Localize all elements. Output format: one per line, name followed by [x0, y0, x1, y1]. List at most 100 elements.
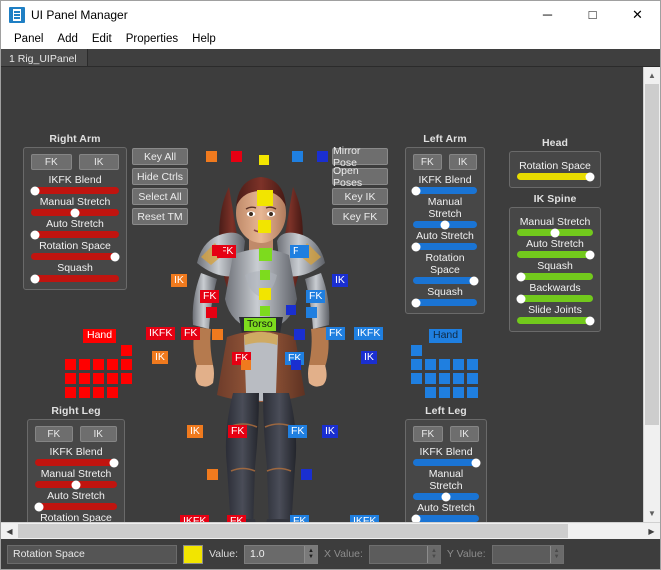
- selected-attribute-field[interactable]: Rotation Space: [7, 544, 177, 564]
- left-hand-cell-11[interactable]: [425, 387, 436, 398]
- button-key-ik[interactable]: Key IK: [332, 188, 388, 205]
- slider-knob-right-arm-4[interactable]: [30, 274, 40, 283]
- slider-ik-spine-1[interactable]: [517, 250, 595, 259]
- slider-knob-right-arm-3[interactable]: [110, 252, 120, 261]
- marker-left-arm-ikfk[interactable]: IKFK: [354, 327, 384, 340]
- marker-left-leg-ik[interactable]: IK: [322, 425, 338, 438]
- slider-knob-left-arm-2[interactable]: [411, 242, 421, 251]
- slider-left-leg-1[interactable]: [413, 492, 479, 501]
- marker-left-arm-ik[interactable]: IK: [332, 274, 348, 287]
- button-right-arm-fk[interactable]: FK: [31, 154, 72, 170]
- button-reset-tm[interactable]: Reset TM: [132, 208, 188, 225]
- minimize-button[interactable]: ─: [525, 1, 570, 29]
- slider-left-arm-0[interactable]: [411, 186, 477, 195]
- slider-knob-left-arm-1[interactable]: [440, 220, 450, 229]
- slider-right-arm-1[interactable]: [31, 208, 119, 217]
- slider-knob-right-leg-2[interactable]: [34, 502, 44, 511]
- button-left-arm-ik[interactable]: IK: [448, 154, 477, 170]
- slider-knob-left-leg-1[interactable]: [441, 492, 451, 501]
- marker-right-arm-ik[interactable]: IK: [171, 274, 187, 287]
- slider-right-arm-0[interactable]: [30, 186, 119, 195]
- right-hand-cell-5[interactable]: [121, 359, 132, 370]
- slider-left-arm-1[interactable]: [413, 220, 477, 229]
- slider-right-arm-3[interactable]: [31, 252, 120, 261]
- ctrl-head[interactable]: [257, 190, 273, 206]
- rig-canvas[interactable]: Right Arm FK IK IKFK Blend Manual Stretch Aut…: [1, 67, 643, 522]
- horizontal-scrollbar[interactable]: ◀ ▶: [1, 522, 660, 539]
- button-mirror-pose[interactable]: Mirror Pose: [332, 145, 388, 169]
- right-hand-cell-8[interactable]: [93, 373, 104, 384]
- color-swatch[interactable]: [183, 544, 203, 564]
- right-hand-cell-6[interactable]: [65, 373, 76, 384]
- left-hand-cell-2[interactable]: [425, 359, 436, 370]
- right-hand-cell-12[interactable]: [79, 387, 90, 398]
- slider-knob-right-leg-1[interactable]: [71, 480, 81, 489]
- marker-left-ankle-fk[interactable]: FK: [290, 515, 310, 522]
- marker-right-elbow-fk[interactable]: FK: [200, 290, 220, 303]
- ctrl-left-clavicle[interactable]: [317, 151, 328, 162]
- slider-ik-spine-3[interactable]: [516, 294, 593, 303]
- close-button[interactable]: ✕: [615, 1, 660, 29]
- right-hand-cell-3[interactable]: [93, 359, 104, 370]
- ctrl-left-upper-arm[interactable]: [298, 245, 309, 256]
- slider-knob-head-0[interactable]: [585, 172, 595, 181]
- ctrl-left-knee[interactable]: [301, 469, 312, 480]
- button-right-leg-ik[interactable]: IK: [79, 426, 117, 442]
- slider-knob-right-arm-2[interactable]: [30, 230, 40, 239]
- button-left-leg-ik[interactable]: IK: [449, 426, 479, 442]
- left-hand-cell-7[interactable]: [425, 373, 436, 384]
- marker-right-hand-ik[interactable]: IK: [152, 351, 168, 364]
- button-left-arm-fk[interactable]: FK: [413, 154, 442, 170]
- right-hand-cell-10[interactable]: [121, 373, 132, 384]
- slider-ik-spine-2[interactable]: [516, 272, 593, 281]
- right-hand-cell-2[interactable]: [79, 359, 90, 370]
- slider-knob-right-arm-0[interactable]: [30, 186, 40, 195]
- right-hand-cell-0[interactable]: [121, 345, 132, 356]
- scroll-down-icon[interactable]: ▼: [644, 505, 660, 522]
- slider-left-leg-2[interactable]: [411, 514, 479, 522]
- slider-knob-left-arm-0[interactable]: [411, 186, 421, 195]
- scroll-right-icon[interactable]: ▶: [643, 523, 660, 539]
- vscroll-track[interactable]: [644, 84, 660, 505]
- slider-knob-ik-spine-0[interactable]: [550, 228, 560, 237]
- slider-ik-spine-4[interactable]: [517, 316, 595, 325]
- button-key-all[interactable]: Key All: [132, 148, 188, 165]
- slider-knob-right-arm-1[interactable]: [70, 208, 80, 217]
- marker-right-knee-fk[interactable]: FK: [228, 425, 248, 438]
- slider-knob-left-arm-3[interactable]: [469, 276, 479, 285]
- ctrl-right-upper-arm[interactable]: [212, 245, 223, 256]
- menu-properties[interactable]: Properties: [119, 31, 185, 47]
- marker-torso[interactable]: Torso: [244, 318, 276, 331]
- marker-left-hand-ik[interactable]: IK: [361, 351, 377, 364]
- hscroll-thumb[interactable]: [18, 524, 568, 538]
- slider-knob-ik-spine-1[interactable]: [585, 250, 595, 259]
- slider-right-arm-4[interactable]: [30, 274, 119, 283]
- marker-right-foot-ikfk[interactable]: IKFK: [180, 515, 210, 522]
- scroll-left-icon[interactable]: ◀: [1, 523, 18, 539]
- hscroll-track[interactable]: [18, 523, 643, 539]
- left-hand-cell-0[interactable]: [411, 345, 422, 356]
- marker-left-foot-ikfk[interactable]: IKFK: [350, 515, 380, 522]
- ctrl-right-hip[interactable]: [241, 360, 251, 370]
- value-stepper[interactable]: ▲ ▼: [304, 545, 317, 563]
- ctrl-right-clavicle[interactable]: [206, 151, 217, 162]
- ctrl-neck[interactable]: [258, 220, 271, 233]
- slider-knob-ik-spine-4[interactable]: [585, 316, 595, 325]
- ctrl-right-forearm[interactable]: [206, 307, 217, 318]
- marker-left-elbow-fk[interactable]: FK: [306, 290, 326, 303]
- ctrl-left-thigh[interactable]: [291, 360, 301, 370]
- right-hand-cell-14[interactable]: [107, 387, 118, 398]
- left-hand-cell-12[interactable]: [439, 387, 450, 398]
- ctrl-right-wrist[interactable]: [212, 329, 223, 340]
- ctrl-left-hip[interactable]: [286, 305, 296, 315]
- ctrl-left-forearm[interactable]: [306, 307, 317, 318]
- button-key-fk[interactable]: Key FK: [332, 208, 388, 225]
- scroll-up-icon[interactable]: ▲: [644, 67, 660, 84]
- menu-panel[interactable]: Panel: [7, 31, 50, 47]
- vscroll-thumb[interactable]: [645, 84, 659, 425]
- right-hand-cell-4[interactable]: [107, 359, 118, 370]
- left-hand-cell-5[interactable]: [467, 359, 478, 370]
- slider-head-0[interactable]: [517, 172, 595, 181]
- left-hand-cell-8[interactable]: [439, 373, 450, 384]
- marker-right-leg-ik[interactable]: IK: [187, 425, 203, 438]
